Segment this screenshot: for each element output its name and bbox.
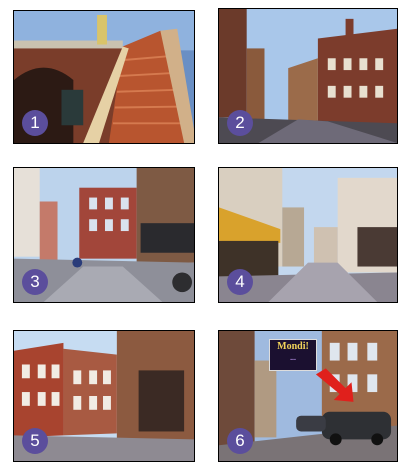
photo-number-badge: 5 <box>22 428 48 454</box>
photo-number-badge: 1 <box>22 110 48 136</box>
logo-subtext: ... <box>290 355 296 362</box>
photo-number-badge: 2 <box>227 110 253 136</box>
photo-number-badge: 4 <box>227 269 253 295</box>
photo-1: 1 <box>13 10 195 144</box>
photo-4: 4 <box>218 167 398 303</box>
photo-3: 3 <box>13 167 195 303</box>
logo-text: Mondi! <box>277 341 309 352</box>
logo-sign: Mondi! ... <box>269 339 317 371</box>
photo-6: Mondi! ... 6 <box>218 330 398 462</box>
photo-number-badge: 6 <box>227 428 253 454</box>
photo-2: 2 <box>218 8 398 144</box>
photo-number-badge: 3 <box>22 269 48 295</box>
photo-5: 5 <box>13 330 195 462</box>
